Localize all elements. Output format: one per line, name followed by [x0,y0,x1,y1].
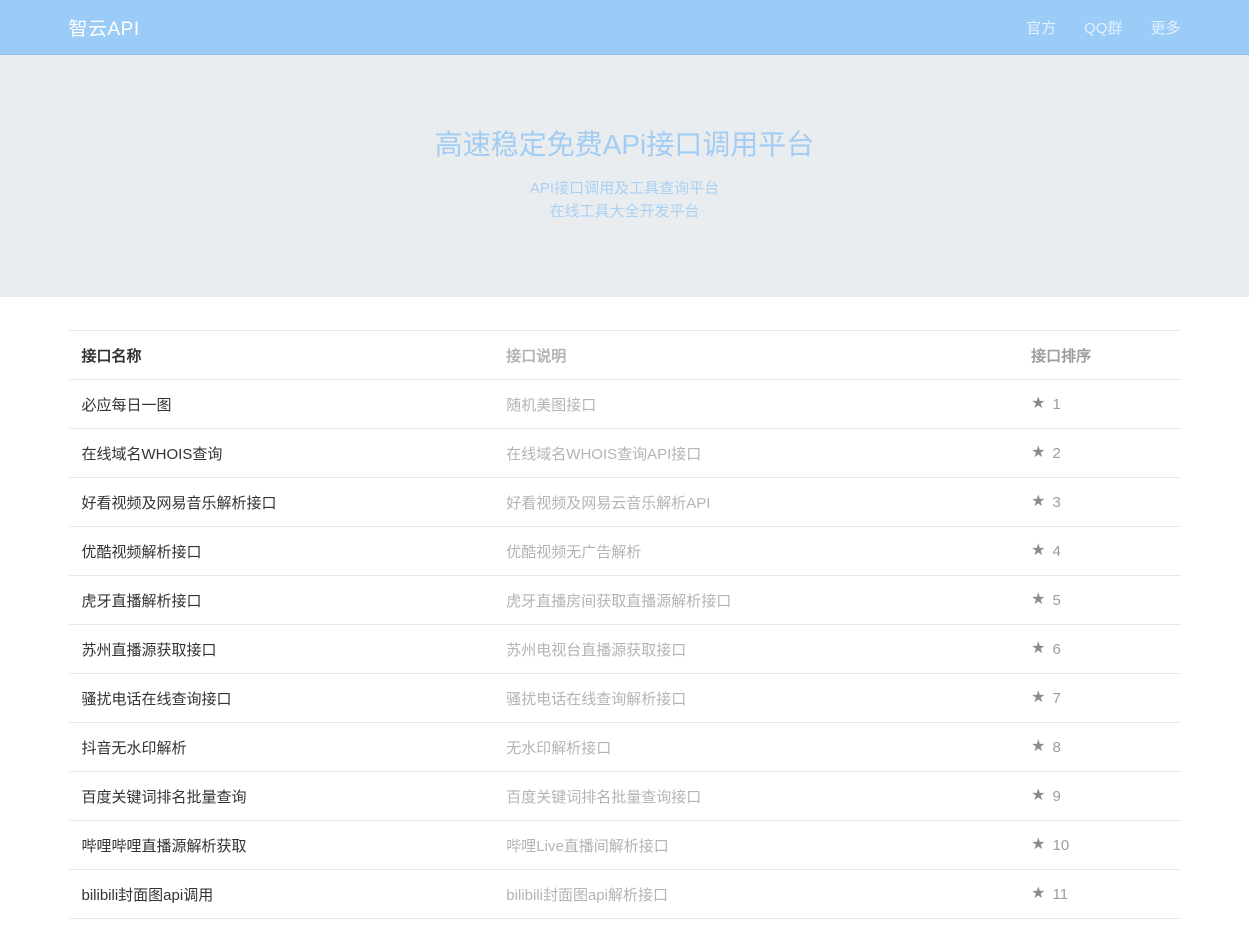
rank-number: 5 [1052,592,1060,609]
column-header-name: 接口名称 [69,345,494,366]
table-row[interactable]: 必应每日一图 随机美图接口 ★ 1 [69,380,1181,429]
star-icon: ★ [1031,739,1045,755]
api-rank: ★ 10 [1018,837,1180,854]
table-row[interactable]: 哔哩哔哩直播源解析获取 哔哩Live直播间解析接口 ★ 10 [69,821,1181,870]
api-table-body: 必应每日一图 随机美图接口 ★ 1 在线域名WHOIS查询 在线域名WHOIS查… [69,380,1181,919]
brand-logo[interactable]: 智云API [69,14,140,41]
table-row[interactable]: bilibili封面图api调用 bilibili封面图api解析接口 ★ 11 [69,870,1181,919]
api-name[interactable]: 百度关键词排名批量查询 [69,786,494,807]
rank-number: 11 [1052,886,1068,903]
nav-link-qq-group[interactable]: QQ群 [1084,17,1122,38]
hero-title: 高速稳定免费APi接口调用平台 [0,123,1249,163]
api-name[interactable]: 苏州直播源获取接口 [69,639,494,660]
api-name[interactable]: 抖音无水印解析 [69,737,494,758]
table-row[interactable]: 百度关键词排名批量查询 百度关键词排名批量查询接口 ★ 9 [69,772,1181,821]
api-table-header: 接口名称 接口说明 接口排序 [69,330,1181,380]
star-icon: ★ [1031,837,1045,853]
api-description: 苏州电视台直播源获取接口 [493,639,1018,660]
nav-link-more[interactable]: 更多 [1150,17,1180,38]
api-rank: ★ 4 [1018,543,1180,560]
table-row[interactable]: 虎牙直播解析接口 虎牙直播房间获取直播源解析接口 ★ 5 [69,576,1181,625]
api-name[interactable]: 在线域名WHOIS查询 [69,443,494,464]
hero-subtitle-1: API接口调用及工具查询平台 [0,177,1249,200]
star-icon: ★ [1031,445,1045,461]
api-name[interactable]: 虎牙直播解析接口 [69,590,494,611]
api-rank: ★ 1 [1018,396,1180,413]
top-navbar: 智云API 官方 QQ群 更多 [0,0,1249,55]
star-icon: ★ [1031,494,1045,510]
rank-number: 1 [1052,396,1060,413]
api-rank: ★ 9 [1018,788,1180,805]
table-row[interactable]: 在线域名WHOIS查询 在线域名WHOIS查询API接口 ★ 2 [69,429,1181,478]
api-rank: ★ 5 [1018,592,1180,609]
navbar-links: 官方 QQ群 更多 [1026,17,1180,38]
rank-number: 3 [1052,494,1060,511]
star-icon: ★ [1031,788,1045,804]
hero-banner: 高速稳定免费APi接口调用平台 API接口调用及工具查询平台 在线工具大全开发平… [0,55,1249,297]
api-description: 百度关键词排名批量查询接口 [493,786,1018,807]
table-row[interactable]: 苏州直播源获取接口 苏州电视台直播源获取接口 ★ 6 [69,625,1181,674]
rank-number: 6 [1052,641,1060,658]
table-row[interactable]: 好看视频及网易音乐解析接口 好看视频及网易云音乐解析API ★ 3 [69,478,1181,527]
api-name[interactable]: bilibili封面图api调用 [69,884,494,905]
star-icon: ★ [1031,641,1045,657]
api-rank: ★ 6 [1018,641,1180,658]
api-description: bilibili封面图api解析接口 [493,884,1018,905]
api-description: 骚扰电话在线查询解析接口 [493,688,1018,709]
table-row[interactable]: 骚扰电话在线查询接口 骚扰电话在线查询解析接口 ★ 7 [69,674,1181,723]
api-name[interactable]: 好看视频及网易音乐解析接口 [69,492,494,513]
api-name[interactable]: 骚扰电话在线查询接口 [69,688,494,709]
api-description: 虎牙直播房间获取直播源解析接口 [493,590,1018,611]
column-header-rank: 接口排序 [1018,345,1180,366]
api-rank: ★ 8 [1018,739,1180,756]
api-description: 优酷视频无广告解析 [493,541,1018,562]
rank-number: 4 [1052,543,1060,560]
rank-number: 7 [1052,690,1060,707]
api-description: 无水印解析接口 [493,737,1018,758]
api-name[interactable]: 必应每日一图 [69,394,494,415]
star-icon: ★ [1031,886,1045,902]
api-name[interactable]: 哔哩哔哩直播源解析获取 [69,835,494,856]
column-header-desc: 接口说明 [493,345,1018,366]
hero-subtitle-2: 在线工具大全开发平台 [0,200,1249,223]
api-description: 随机美图接口 [493,394,1018,415]
star-icon: ★ [1031,690,1045,706]
api-table: 接口名称 接口说明 接口排序 必应每日一图 随机美图接口 ★ 1 在线域名WHO… [69,330,1181,919]
rank-number: 9 [1052,788,1060,805]
api-name[interactable]: 优酷视频解析接口 [69,541,494,562]
table-row[interactable]: 优酷视频解析接口 优酷视频无广告解析 ★ 4 [69,527,1181,576]
api-rank: ★ 2 [1018,445,1180,462]
rank-number: 8 [1052,739,1060,756]
star-icon: ★ [1031,396,1045,412]
nav-link-official[interactable]: 官方 [1026,17,1056,38]
api-description: 在线域名WHOIS查询API接口 [493,443,1018,464]
table-row[interactable]: 抖音无水印解析 无水印解析接口 ★ 8 [69,723,1181,772]
api-description: 哔哩Live直播间解析接口 [493,835,1018,856]
main-content: 接口名称 接口说明 接口排序 必应每日一图 随机美图接口 ★ 1 在线域名WHO… [69,330,1181,919]
rank-number: 2 [1052,445,1060,462]
api-description: 好看视频及网易云音乐解析API [493,492,1018,513]
api-rank: ★ 11 [1018,886,1180,903]
api-rank: ★ 3 [1018,494,1180,511]
star-icon: ★ [1031,592,1045,608]
star-icon: ★ [1031,543,1045,559]
rank-number: 10 [1052,837,1069,854]
api-rank: ★ 7 [1018,690,1180,707]
